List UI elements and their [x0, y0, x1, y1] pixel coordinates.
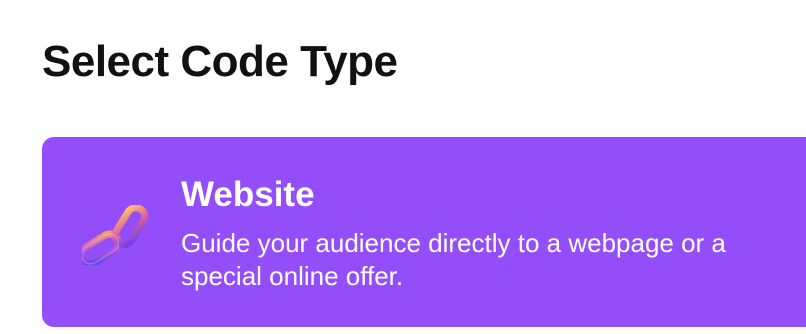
link-chain-icon [82, 205, 158, 265]
code-type-card-website[interactable]: Website Guide your audience directly to … [42, 137, 806, 327]
card-description: Guide your audience directly to a webpag… [181, 228, 726, 291]
page-title: Select Code Type [42, 37, 398, 86]
card-title: Website [181, 175, 315, 214]
